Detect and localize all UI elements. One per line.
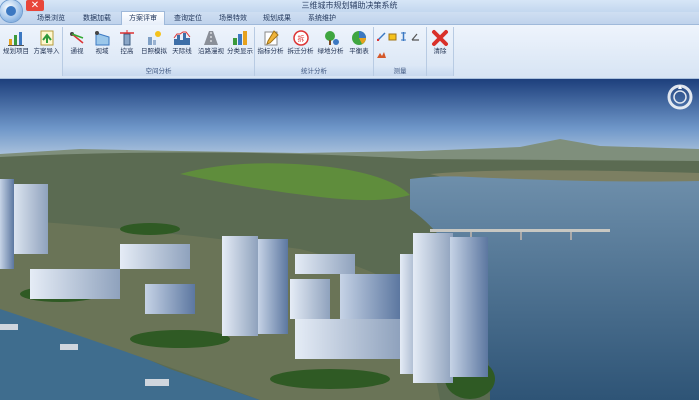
ribbon-panel: 规划项目 方案导入 通视 视域 控高 日照模拟 天际线 沿路漫视 分类显示 空间… — [0, 25, 699, 79]
height-measure-icon[interactable] — [399, 32, 408, 41]
scheme-import-button[interactable]: 方案导入 — [32, 28, 61, 62]
viewshed-icon — [95, 31, 110, 46]
group-spatial-analysis: 通视 视域 控高 日照模拟 天际线 沿路漫视 分类显示 空间分析 — [63, 27, 255, 76]
ribbon-tabs: 场景浏览 数据加载 方案评审 查询定位 场景特效 规划成果 系统维护 — [0, 11, 699, 25]
import-icon — [40, 30, 53, 46]
greenland-analysis-button[interactable]: 绿地分析 — [316, 28, 345, 62]
group-clear: 清除 — [427, 27, 454, 76]
balance-table-button[interactable]: 平衡表 — [346, 28, 372, 62]
demolition-icon: 拆 — [292, 30, 309, 46]
angle-measure-icon[interactable] — [411, 32, 420, 41]
group-measure: 测量 — [374, 27, 427, 76]
group-label-clear — [427, 66, 453, 76]
group-label-statistics: 统计分析 — [255, 66, 373, 76]
index-analysis-button[interactable]: 指标分析 — [256, 28, 285, 62]
tab-planning-results[interactable]: 规划成果 — [256, 12, 298, 24]
close-icon[interactable]: ✕ — [26, 0, 44, 11]
chart-bars-icon — [8, 32, 24, 46]
sunlight-icon — [148, 31, 161, 45]
distance-measure-icon[interactable] — [377, 32, 386, 41]
window-title: 三维城市规划辅助决策系统 — [301, 1, 398, 10]
tab-data-load[interactable]: 数据加载 — [76, 12, 118, 24]
sightline-icon — [70, 32, 84, 44]
tab-query-locate[interactable]: 查询定位 — [167, 12, 209, 24]
svg-text:拆: 拆 — [297, 34, 304, 43]
group-label-measure: 测量 — [374, 66, 426, 76]
terrain-measure-icon[interactable] — [377, 50, 386, 59]
tab-system-maintenance[interactable]: 系统维护 — [301, 12, 343, 24]
sightline-button[interactable]: 通视 — [65, 28, 89, 62]
skyline-icon — [173, 31, 191, 45]
app-logo-icon — [6, 6, 16, 16]
area-measure-icon[interactable] — [388, 32, 397, 41]
clear-x-icon — [432, 30, 448, 46]
classify-icon — [233, 31, 247, 45]
sunlight-simulation-button[interactable]: 日照模拟 — [140, 28, 168, 62]
road-roam-button[interactable]: 沿路漫视 — [196, 28, 226, 62]
classify-display-button[interactable]: 分类显示 — [226, 28, 254, 62]
3d-city-viewport[interactable] — [0, 79, 699, 400]
index-icon — [264, 30, 279, 46]
road-roam-icon — [204, 31, 218, 45]
title-bar: 三维城市规划辅助决策系统 — [0, 0, 699, 12]
group-statistics: 指标分析 拆 拆迁分析 绿地分析 平衡表 统计分析 — [255, 27, 374, 76]
balance-icon — [352, 31, 366, 45]
greenland-icon — [324, 31, 339, 45]
demolition-analysis-button[interactable]: 拆 拆迁分析 — [286, 28, 315, 62]
clear-button[interactable]: 清除 — [428, 28, 452, 62]
app-menu-button[interactable] — [0, 0, 22, 22]
viewshed-button[interactable]: 视域 — [90, 28, 114, 62]
skyline-button[interactable]: 天际线 — [169, 28, 195, 62]
group-project: 规划项目 方案导入 — [0, 27, 63, 76]
tab-scheme-review[interactable]: 方案评审 — [121, 11, 165, 25]
height-limit-icon — [120, 30, 134, 46]
navigation-compass-icon[interactable] — [667, 84, 693, 110]
tab-scene-browse[interactable]: 场景浏览 — [30, 12, 72, 24]
group-label-spatial: 空间分析 — [63, 66, 254, 76]
tab-scene-effects[interactable]: 场景特效 — [212, 12, 254, 24]
planning-project-button[interactable]: 规划项目 — [1, 28, 31, 62]
height-limit-button[interactable]: 控高 — [115, 28, 139, 62]
